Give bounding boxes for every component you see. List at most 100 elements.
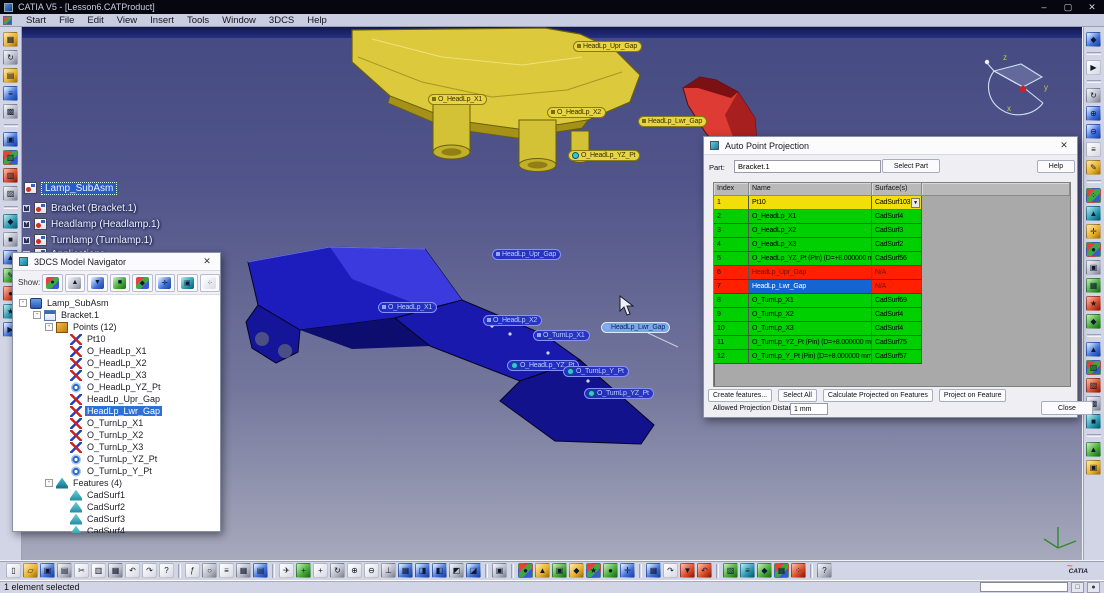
new-component-icon[interactable]: ▣: [3, 132, 18, 147]
expander-icon[interactable]: [59, 527, 67, 533]
whats-this-icon[interactable]: ?: [159, 563, 174, 578]
dcs-gear-icon[interactable]: ✛: [620, 563, 635, 578]
swap-visible-icon[interactable]: ◪: [466, 563, 481, 578]
toolbar-separator[interactable]: [485, 564, 488, 578]
dcs-routine-icon[interactable]: ★: [1086, 296, 1101, 311]
cell-name[interactable]: O_TurnLp_X1: [749, 294, 872, 308]
menu-item[interactable]: Window: [222, 15, 256, 26]
dcs-swap-icon[interactable]: ◆: [1086, 314, 1101, 329]
column-header-surface[interactable]: Surface(s): [872, 183, 922, 196]
tree-item[interactable]: O_HeadLp_X3: [13, 369, 220, 381]
spec-tree-item[interactable]: + Bracket (Bracket.1): [23, 201, 137, 215]
point-label-o-headlp-x2-bracket[interactable]: O_HeadLp_X2: [483, 315, 542, 326]
paste-icon[interactable]: ▦: [108, 563, 123, 578]
cell-surface[interactable]: CadSurf4: [872, 210, 922, 224]
navigator-title-bar[interactable]: 3DCS Model Navigator ✕: [13, 253, 220, 271]
surface-dropdown-icon[interactable]: ▼: [911, 198, 920, 208]
expander-icon[interactable]: [59, 455, 67, 463]
zoom-out-icon[interactable]: ⊖: [364, 563, 379, 578]
tree-item[interactable]: HeadLp_Upr_Gap: [13, 393, 220, 405]
expander-icon[interactable]: -: [19, 299, 27, 307]
show-filter-button[interactable]: ■: [110, 274, 130, 292]
table-row[interactable]: 4 O_HeadLp_X3 CadSurf2: [714, 238, 1070, 252]
tree-item[interactable]: O_TurnLp_X3: [13, 441, 220, 453]
update-icon[interactable]: ↻: [3, 50, 18, 65]
toolbar-separator[interactable]: [4, 124, 18, 127]
tree-item[interactable]: O_TurnLp_X1: [13, 417, 220, 429]
cell-surface[interactable]: CadSurf3: [872, 224, 922, 238]
tree-item[interactable]: Pt10: [13, 333, 220, 345]
dcs-move-icon[interactable]: ▲: [1086, 206, 1101, 221]
cell-name[interactable]: O_TurnLp_YZ_Pt (Pin) (D=+8.000000 mm): [749, 336, 872, 350]
existing-component-icon[interactable]: ▨: [3, 186, 18, 201]
calculator-icon[interactable]: ▦: [236, 563, 251, 578]
expander-icon[interactable]: [59, 467, 67, 475]
column-header-index[interactable]: Index: [714, 183, 749, 196]
expander-icon[interactable]: [59, 491, 67, 499]
select-part-button[interactable]: Select Part: [882, 159, 940, 173]
dcs-analyze-icon[interactable]: ★: [586, 563, 601, 578]
point-label-o-headlp-x1[interactable]: O_HeadLp_X1: [428, 94, 487, 105]
table-row[interactable]: 8 O_TurnLp_X1 CadSurf69: [714, 294, 1070, 308]
tree-item[interactable]: O_HeadLp_X2: [13, 357, 220, 369]
grid-icon[interactable]: ⁘: [791, 563, 806, 578]
spec-tree-root-label[interactable]: Lamp_SubAsm: [41, 182, 117, 195]
tree-item[interactable]: HeadLp_Lwr_Gap: [13, 405, 220, 417]
dcs-dimension-icon[interactable]: ▣: [1086, 260, 1101, 275]
close-button[interactable]: ✕: [1080, 2, 1104, 13]
toolbar-separator[interactable]: [511, 564, 514, 578]
toolbar-separator[interactable]: [716, 564, 719, 578]
expander-icon[interactable]: -: [33, 311, 41, 319]
multi-view-icon[interactable]: ▦: [398, 563, 413, 578]
table-row[interactable]: 7 HeadLp_Lwr_Gap N/A: [714, 280, 1070, 294]
action-button[interactable]: Project on Feature: [939, 389, 1007, 402]
paint-icon[interactable]: ✎: [1086, 160, 1101, 175]
expander-icon[interactable]: [59, 431, 67, 439]
navigator-close-button[interactable]: ✕: [200, 256, 214, 267]
cell-name[interactable]: O_HeadLp_X1: [749, 210, 872, 224]
toolbar-separator[interactable]: [178, 564, 181, 578]
toolbar-separator[interactable]: [1087, 180, 1101, 183]
dcs-deviate-icon[interactable]: ◆: [569, 563, 584, 578]
part-input[interactable]: [734, 160, 881, 173]
show-filter-button[interactable]: ●: [42, 274, 62, 292]
expander-icon[interactable]: [59, 419, 67, 427]
graph-tree-icon[interactable]: ≡: [3, 86, 18, 101]
table-row[interactable]: 3 O_HeadLp_X2 CadSurf3: [714, 224, 1070, 238]
column-header-name[interactable]: Name: [749, 183, 872, 196]
point-label-headlp-lwr-gap-selected[interactable]: HeadLp_Lwr_Gap: [601, 322, 670, 333]
help-button[interactable]: Help: [1037, 160, 1075, 173]
expander-icon[interactable]: -: [45, 479, 53, 487]
clay-icon[interactable]: ■: [1086, 414, 1101, 429]
tree-item[interactable]: O_HeadLp_X1: [13, 345, 220, 357]
toolbar-separator[interactable]: [1087, 434, 1101, 437]
dcs-animate-icon[interactable]: ●: [603, 563, 618, 578]
fly-mode-icon[interactable]: ✈: [279, 563, 294, 578]
toolbar-separator[interactable]: [272, 564, 275, 578]
render-icon[interactable]: ▧: [1086, 360, 1101, 375]
select-cursor-icon[interactable]: ▶: [1086, 60, 1101, 75]
cell-surface[interactable]: CadSurf75: [872, 336, 922, 350]
tree-item[interactable]: O_TurnLp_X2: [13, 429, 220, 441]
curve-icon[interactable]: ↶: [697, 563, 712, 578]
new-part-icon[interactable]: ▧: [3, 168, 18, 183]
cell-name[interactable]: O_HeadLp_X2: [749, 224, 872, 238]
table-row[interactable]: 5 O_HeadLp_YZ_Pt (Pin) (D=+8.000000 mm) …: [714, 252, 1070, 266]
maximize-button[interactable]: ▢: [1056, 2, 1080, 13]
component-icon[interactable]: ▤: [3, 68, 18, 83]
expander-icon[interactable]: [59, 515, 67, 523]
help-icon[interactable]: ?: [817, 563, 832, 578]
distance-input[interactable]: [790, 403, 828, 415]
update-all-icon[interactable]: ⊕: [1086, 106, 1101, 121]
dialog-title-bar[interactable]: Auto Point Projection ✕: [704, 137, 1077, 155]
expander-icon[interactable]: [59, 359, 67, 367]
dcs-points-icon[interactable]: ⁘: [1086, 188, 1101, 203]
table-row[interactable]: 11 O_TurnLp_YZ_Pt (Pin) (D=+8.000000 mm)…: [714, 336, 1070, 350]
expander-icon[interactable]: [59, 335, 67, 343]
expander-icon[interactable]: +: [23, 205, 30, 212]
shaded-view-icon[interactable]: ◧: [432, 563, 447, 578]
minimize-button[interactable]: –: [1032, 2, 1056, 13]
expander-icon[interactable]: [59, 371, 67, 379]
dcs-tolerance-tool-icon[interactable]: ▲: [535, 563, 550, 578]
tree-item[interactable]: O_HeadLp_YZ_Pt: [13, 381, 220, 393]
